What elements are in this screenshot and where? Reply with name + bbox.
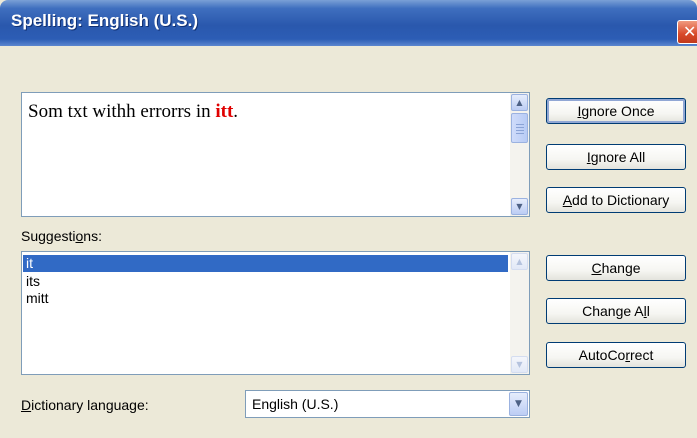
ignore-all-label: gnore All (590, 149, 646, 165)
suggestion-item[interactable]: mitt (23, 290, 508, 307)
suggestions-label-rest: ns: (83, 228, 102, 244)
close-icon: ✕ (683, 22, 697, 41)
change-all-button[interactable]: Change All (546, 298, 686, 324)
dictionary-language-label: Dictionary language: (21, 397, 149, 413)
scroll-down-button[interactable]: ▼ (511, 356, 528, 373)
ignore-once-button[interactable]: Ignore Once (546, 98, 686, 124)
chevron-down-icon: ▼ (515, 399, 522, 409)
sentence-text: Som txt withh errorrs in itt. (28, 101, 238, 123)
grip-line (516, 130, 524, 131)
scroll-thumb[interactable] (511, 113, 528, 143)
title-bar: Spelling: English (U.S.) ✕ (0, 0, 697, 46)
add-to-dictionary-accel: A (562, 192, 573, 208)
close-button[interactable]: ✕ (677, 20, 697, 44)
dropdown-button[interactable]: ▼ (509, 392, 528, 416)
ignore-all-button[interactable]: Ignore All (546, 144, 686, 170)
change-label: hange (601, 260, 641, 276)
grip-line (516, 124, 524, 125)
textbox-scrollbar[interactable]: ▲ ▼ (510, 93, 529, 216)
scroll-down-icon: ▼ (516, 202, 523, 211)
misspelled-word: itt (215, 101, 234, 122)
sentence-text-after: . (233, 101, 239, 122)
autocorrect-label-pre: AutoCo (578, 347, 626, 363)
autocorrect-button[interactable]: AutoCorrect (546, 342, 686, 368)
sentence-text-before: Som txt withh errorrs in (28, 101, 216, 122)
dictionary-language-select[interactable]: English (U.S.) ▼ (245, 390, 530, 418)
scroll-up-button[interactable]: ▲ (511, 94, 528, 111)
window-title: Spelling: English (U.S.) (11, 11, 198, 30)
dictionary-language-label-rest: ictionary language: (31, 397, 149, 413)
suggestion-item[interactable]: its (23, 273, 508, 290)
change-all-label-rest: l (646, 303, 650, 319)
change-button[interactable]: Change (546, 255, 686, 281)
suggestions-label-pre: Suggesti (21, 228, 76, 244)
change-accel: C (591, 260, 602, 276)
scroll-up-button[interactable]: ▲ (511, 253, 528, 270)
suggestions-list[interactable]: it its mitt ▲ ▼ (21, 251, 530, 375)
scroll-down-icon: ▼ (516, 360, 523, 369)
scroll-up-icon: ▲ (516, 98, 523, 107)
grip-line (516, 133, 524, 134)
autocorrect-label-rest: rect (630, 347, 654, 363)
change-all-label-pre: Change A (582, 303, 644, 319)
grip-line (516, 127, 524, 128)
suggestions-scrollbar[interactable]: ▲ ▼ (510, 252, 529, 374)
suggestions-label: Suggestions: (21, 228, 102, 244)
scroll-down-button[interactable]: ▼ (511, 198, 528, 215)
scroll-up-icon: ▲ (516, 257, 523, 266)
not-in-dictionary-textbox[interactable]: Som txt withh errorrs in itt. ▲ ▼ (21, 92, 530, 217)
dictionary-language-value: English (U.S.) (252, 396, 339, 412)
add-to-dictionary-label: dd to Dictionary (572, 192, 670, 208)
dictionary-language-accel: D (21, 397, 32, 413)
suggestion-item[interactable]: it (23, 255, 508, 272)
ignore-once-label: gnore Once (581, 103, 655, 119)
add-to-dictionary-button[interactable]: Add to Dictionary (546, 187, 686, 213)
